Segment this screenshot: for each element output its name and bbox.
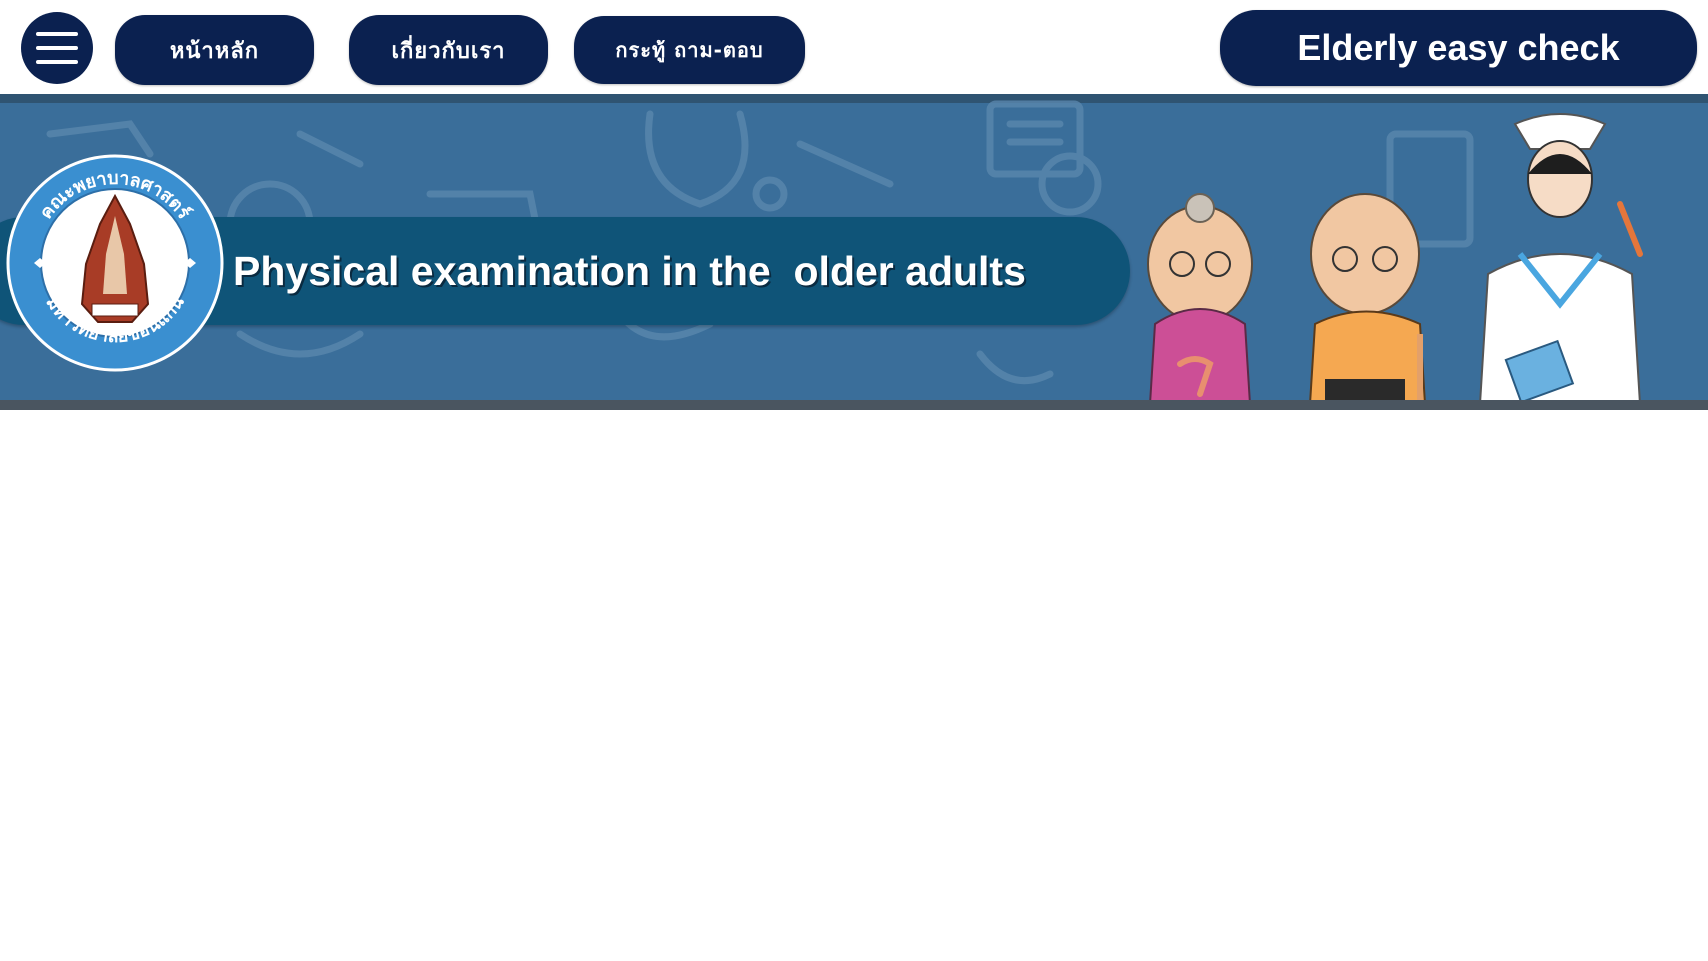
nav-qa-button[interactable]: กระทู้ ถาม-ตอบ bbox=[574, 16, 805, 84]
banner-title: Physical examination in the older adults bbox=[233, 248, 1026, 294]
top-navigation-bar: หน้าหลัก เกี่ยวกับเรา กระทู้ ถาม-ตอบ Eld… bbox=[0, 0, 1708, 94]
banner-bottom-divider bbox=[0, 400, 1708, 410]
hamburger-menu-icon bbox=[36, 32, 78, 64]
elderly-and-nurse-illustration bbox=[1147, 113, 1643, 404]
nav-home-label: หน้าหลัก bbox=[169, 38, 260, 64]
elderly-woman-figure bbox=[1147, 193, 1253, 404]
faculty-logo: คณะพยาบาลศาสตร์ มหาวิทยาลัยขอนแก่น bbox=[6, 154, 224, 372]
hero-banner: Physical examination in the older adults… bbox=[0, 94, 1708, 410]
nav-about-button[interactable]: เกี่ยวกับเรา bbox=[349, 15, 548, 85]
brand-label: Elderly easy check bbox=[1297, 27, 1620, 68]
elderly-man-figure bbox=[1308, 193, 1427, 404]
nurse-figure bbox=[1478, 113, 1643, 404]
brand-button[interactable]: Elderly easy check bbox=[1220, 10, 1697, 86]
menu-button[interactable] bbox=[21, 12, 93, 84]
nav-about-label: เกี่ยวกับเรา bbox=[391, 38, 506, 64]
nav-home-button[interactable]: หน้าหลัก bbox=[115, 15, 314, 85]
nav-qa-label: กระทู้ ถาม-ตอบ bbox=[615, 38, 764, 62]
